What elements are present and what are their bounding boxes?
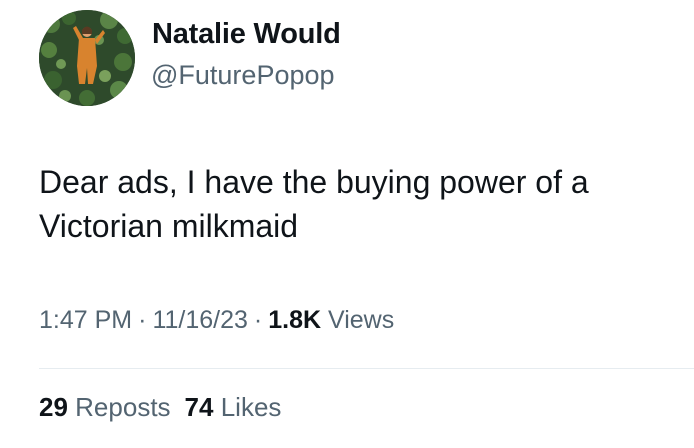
reposts-stat[interactable]: 29 Reposts — [39, 392, 171, 422]
likes-stat[interactable]: 74 Likes — [185, 392, 282, 422]
tweet-date[interactable]: 11/16/23 — [152, 306, 247, 334]
avatar-image — [39, 10, 135, 106]
tweet-meta: 1:47 PM · 11/16/23 · 1.8K Views — [39, 306, 394, 335]
tweet-card: Natalie Would @FuturePopop Dear ads, I h… — [0, 0, 694, 448]
tweet-text-line: Victorian milkmaid — [39, 208, 299, 244]
avatar[interactable] — [39, 10, 135, 106]
reposts-count: 29 — [39, 392, 68, 422]
meta-separator: · — [253, 306, 263, 334]
reposts-label: Reposts — [75, 392, 171, 422]
engagement-stats: 29 Reposts 74 Likes — [39, 392, 281, 423]
likes-label: Likes — [220, 392, 282, 422]
author-display-name[interactable]: Natalie Would — [152, 18, 341, 51]
likes-count: 74 — [184, 392, 214, 422]
divider — [39, 368, 694, 369]
tweet-text: Dear ads, I have the buying power of a V… — [39, 160, 679, 248]
tweet-text-line: Dear ads, I have the buying power of a — [39, 164, 589, 200]
author-handle[interactable]: @FuturePopop — [151, 60, 335, 91]
tweet-time[interactable]: 1:47 PM — [39, 306, 132, 334]
meta-separator: · — [138, 306, 147, 334]
views-label: Views — [328, 306, 395, 334]
views-count: 1.8K — [268, 306, 322, 334]
